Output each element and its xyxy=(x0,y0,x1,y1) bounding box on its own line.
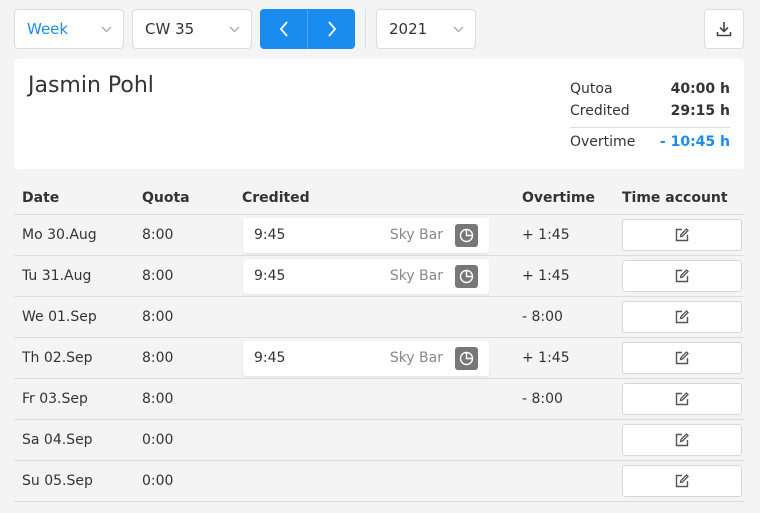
quota-value: 40:00 h xyxy=(670,81,730,97)
edit-icon xyxy=(675,392,689,406)
table-row: Su 05.Sep 0:00 xyxy=(14,461,744,502)
pie-chart-icon[interactable] xyxy=(455,265,478,288)
row-date: We 01.Sep xyxy=(22,309,97,325)
header-date: Date xyxy=(22,190,60,206)
pie-chart-icon[interactable] xyxy=(455,224,478,247)
edit-icon xyxy=(675,310,689,324)
credited-label: Credited xyxy=(570,103,630,119)
next-week-button[interactable] xyxy=(307,9,355,49)
table-row: Tu 31.Aug 8:00 9:45 Sky Bar + 1:45 xyxy=(14,256,744,297)
row-quota: 0:00 xyxy=(142,432,174,448)
table-row: Sa 04.Sep 0:00 xyxy=(14,420,744,461)
employee-name: Jasmin Pohl xyxy=(28,73,154,98)
chevron-down-icon xyxy=(441,26,475,33)
download-button[interactable] xyxy=(704,9,744,49)
credited-place: Sky Bar xyxy=(389,350,443,366)
overtime-value: - 10:45 h xyxy=(659,134,730,150)
row-quota: 8:00 xyxy=(142,350,174,366)
row-date: Mo 30.Aug xyxy=(22,227,97,243)
chevron-left-icon xyxy=(279,21,288,37)
week-navigation xyxy=(260,9,355,49)
period-select-value: Week xyxy=(27,20,69,38)
quota-summary: Qutoa 40:00 h xyxy=(570,81,730,97)
table-row: Mo 30.Aug 8:00 9:45 Sky Bar + 1:45 xyxy=(14,215,744,256)
header-quota: Quota xyxy=(142,190,190,206)
quota-label: Qutoa xyxy=(570,81,613,97)
credited-entry[interactable]: 9:45 Sky Bar xyxy=(243,218,489,253)
time-account-edit-button[interactable] xyxy=(622,219,742,251)
credited-time: 9:45 xyxy=(254,268,286,284)
chevron-right-icon xyxy=(327,21,336,37)
toolbar-divider xyxy=(365,9,366,49)
table-header: Date Quota Credited Overtime Time accoun… xyxy=(14,190,744,215)
week-select-value: CW 35 xyxy=(145,20,195,38)
row-date: Tu 31.Aug xyxy=(22,268,92,284)
row-date: Fr 03.Sep xyxy=(22,391,88,407)
time-account-edit-button[interactable] xyxy=(622,342,742,374)
credited-time: 9:45 xyxy=(254,227,286,243)
previous-week-button[interactable] xyxy=(260,9,307,49)
edit-icon xyxy=(675,351,689,365)
time-account-edit-button[interactable] xyxy=(622,465,742,497)
row-quota: 8:00 xyxy=(142,391,174,407)
credited-summary: Credited 29:15 h xyxy=(570,103,730,119)
credited-place: Sky Bar xyxy=(389,268,443,284)
table-row: We 01.Sep 8:00 - 8:00 xyxy=(14,297,744,338)
time-account-edit-button[interactable] xyxy=(622,301,742,333)
summary-divider xyxy=(570,127,730,128)
pie-chart-icon[interactable] xyxy=(455,347,478,370)
header-time-account: Time account xyxy=(622,190,728,206)
row-quota: 8:00 xyxy=(142,309,174,325)
row-overtime: + 1:45 xyxy=(522,227,570,243)
chevron-down-icon xyxy=(217,26,251,33)
table-row: Fr 03.Sep 8:00 - 8:00 xyxy=(14,379,744,420)
time-account-edit-button[interactable] xyxy=(622,383,742,415)
edit-icon xyxy=(675,433,689,447)
table-row: Th 02.Sep 8:00 9:45 Sky Bar + 1:45 xyxy=(14,338,744,379)
time-account-edit-button[interactable] xyxy=(622,260,742,292)
overtime-summary: Overtime - 10:45 h xyxy=(570,134,730,150)
row-quota: 8:00 xyxy=(142,268,174,284)
week-select[interactable]: CW 35 xyxy=(132,9,252,49)
edit-icon xyxy=(675,269,689,283)
credited-entry[interactable]: 9:45 Sky Bar xyxy=(243,259,489,294)
chevron-down-icon xyxy=(89,26,123,33)
time-account-edit-button[interactable] xyxy=(622,424,742,456)
employee-summary-card: Jasmin Pohl Qutoa 40:00 h Credited 29:15… xyxy=(14,59,744,169)
year-select-value: 2021 xyxy=(389,20,428,38)
row-quota: 8:00 xyxy=(142,227,174,243)
credited-entry[interactable]: 9:45 Sky Bar xyxy=(243,341,489,376)
download-icon xyxy=(716,22,732,37)
row-overtime: - 8:00 xyxy=(522,391,563,407)
overtime-label: Overtime xyxy=(570,134,636,150)
row-overtime: + 1:45 xyxy=(522,350,570,366)
row-quota: 0:00 xyxy=(142,473,174,489)
header-credited: Credited xyxy=(242,190,310,206)
period-select[interactable]: Week xyxy=(14,9,124,49)
header-overtime: Overtime xyxy=(522,190,596,206)
edit-icon xyxy=(675,228,689,242)
row-overtime: - 8:00 xyxy=(522,309,563,325)
row-overtime: + 1:45 xyxy=(522,268,570,284)
credited-place: Sky Bar xyxy=(389,227,443,243)
edit-icon xyxy=(675,474,689,488)
year-select[interactable]: 2021 xyxy=(376,9,476,49)
credited-time: 9:45 xyxy=(254,350,286,366)
row-date: Sa 04.Sep xyxy=(22,432,93,448)
credited-value: 29:15 h xyxy=(670,103,730,119)
row-date: Th 02.Sep xyxy=(22,350,93,366)
row-date: Su 05.Sep xyxy=(22,473,93,489)
